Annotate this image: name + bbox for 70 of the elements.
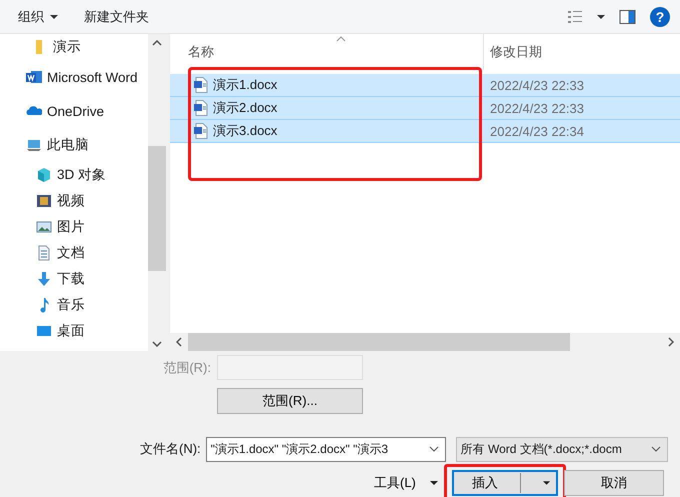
nav-item[interactable]: 视频 (0, 188, 148, 214)
file-name: 演示1.docx (213, 76, 278, 94)
file-row[interactable]: 演示3.docx 2022/4/23 22:34 (170, 120, 680, 143)
scroll-right-icon[interactable] (668, 337, 674, 347)
range-label: 范围(R): (162, 358, 212, 376)
nav-item-label: 下载 (57, 270, 85, 288)
view-list-icon[interactable] (567, 8, 583, 24)
insert-button[interactable]: 插入 (452, 470, 558, 496)
organize-menu[interactable]: 组织 (12, 4, 64, 28)
nav-item-label: 演示 (53, 38, 81, 56)
nav-item[interactable]: OneDrive (0, 94, 148, 128)
down-arrow-icon (36, 271, 52, 287)
scroll-down-icon[interactable] (152, 341, 162, 347)
chevron-down-icon[interactable] (650, 446, 661, 452)
tools-menu[interactable]: 工具(L) (366, 470, 446, 496)
file-type-dropdown[interactable]: 所有 Word 文档(*.docx;*.docm (456, 436, 668, 462)
preview-pane-icon[interactable] (619, 10, 636, 24)
filename-field[interactable]: "演示1.docx" "演示2.docx" "演示3 (206, 436, 446, 462)
word-document-icon (194, 123, 208, 139)
nav-item-label: OneDrive (47, 104, 104, 118)
chevron-down-icon[interactable] (428, 446, 439, 452)
word-document-icon (194, 77, 208, 93)
file-row[interactable]: 演示2.docx 2022/4/23 22:33 (170, 97, 680, 120)
nav-item[interactable]: 下载 (0, 266, 148, 292)
new-folder-button[interactable]: 新建文件夹 (78, 4, 155, 28)
nav-item[interactable]: 音乐 (0, 292, 148, 318)
file-name: 演示3.docx (213, 122, 278, 140)
cube-icon (36, 167, 52, 183)
caret-icon (542, 481, 550, 485)
nav-item-label: 3D 对象 (57, 166, 106, 184)
nav-item[interactable]: 此电脑 (0, 128, 148, 162)
help-icon[interactable]: ? (650, 6, 670, 26)
picture-icon (36, 219, 52, 235)
nav-item-label: 视频 (57, 192, 85, 210)
file-date: 2022/4/23 22:33 (489, 78, 584, 92)
file-row[interactable]: 演示1.docx 2022/4/23 22:33 (170, 74, 680, 97)
dropdown-caret-icon[interactable] (597, 14, 605, 18)
word-document-icon (194, 100, 208, 116)
document-icon (36, 245, 52, 261)
word-icon (26, 69, 42, 85)
film-icon (36, 193, 52, 209)
nav-item[interactable]: 3D 对象 (0, 162, 148, 188)
scrollbar-thumb[interactable] (148, 146, 166, 271)
nav-item[interactable]: 文档 (0, 240, 148, 266)
scroll-left-icon[interactable] (176, 337, 182, 347)
column-header[interactable]: 名称 (170, 34, 484, 70)
computer-icon (26, 137, 42, 153)
nav-item[interactable]: Microsoft Word (0, 60, 148, 94)
cancel-button[interactable]: 取消 (564, 470, 664, 496)
file-date: 2022/4/23 22:33 (489, 100, 584, 116)
column-header[interactable]: 修改日期 (484, 43, 542, 61)
nav-item-label: 图片 (57, 218, 85, 236)
filename-label: 文件名(N): (140, 440, 202, 458)
nav-item-label: 文档 (57, 244, 85, 262)
nav-item-label: 音乐 (57, 296, 85, 314)
desktop-icon (36, 323, 52, 339)
nav-item[interactable]: 图片 (0, 214, 148, 240)
sort-caret-icon (336, 36, 346, 42)
caret-icon (50, 14, 58, 18)
nav-item-label: 桌面 (57, 322, 85, 340)
caret-icon (430, 481, 438, 485)
file-date: 2022/4/23 22:34 (489, 124, 584, 138)
scrollbar-thumb[interactable] (188, 333, 570, 351)
nav-item[interactable]: 演示 (0, 34, 148, 60)
folder-icon (36, 40, 42, 54)
nav-item-label: Microsoft Word (47, 70, 138, 84)
scroll-up-icon[interactable] (152, 40, 162, 46)
file-name: 演示2.docx (213, 99, 278, 117)
nav-item[interactable]: 桌面 (0, 318, 148, 344)
nav-item-label: 此电脑 (47, 136, 89, 154)
